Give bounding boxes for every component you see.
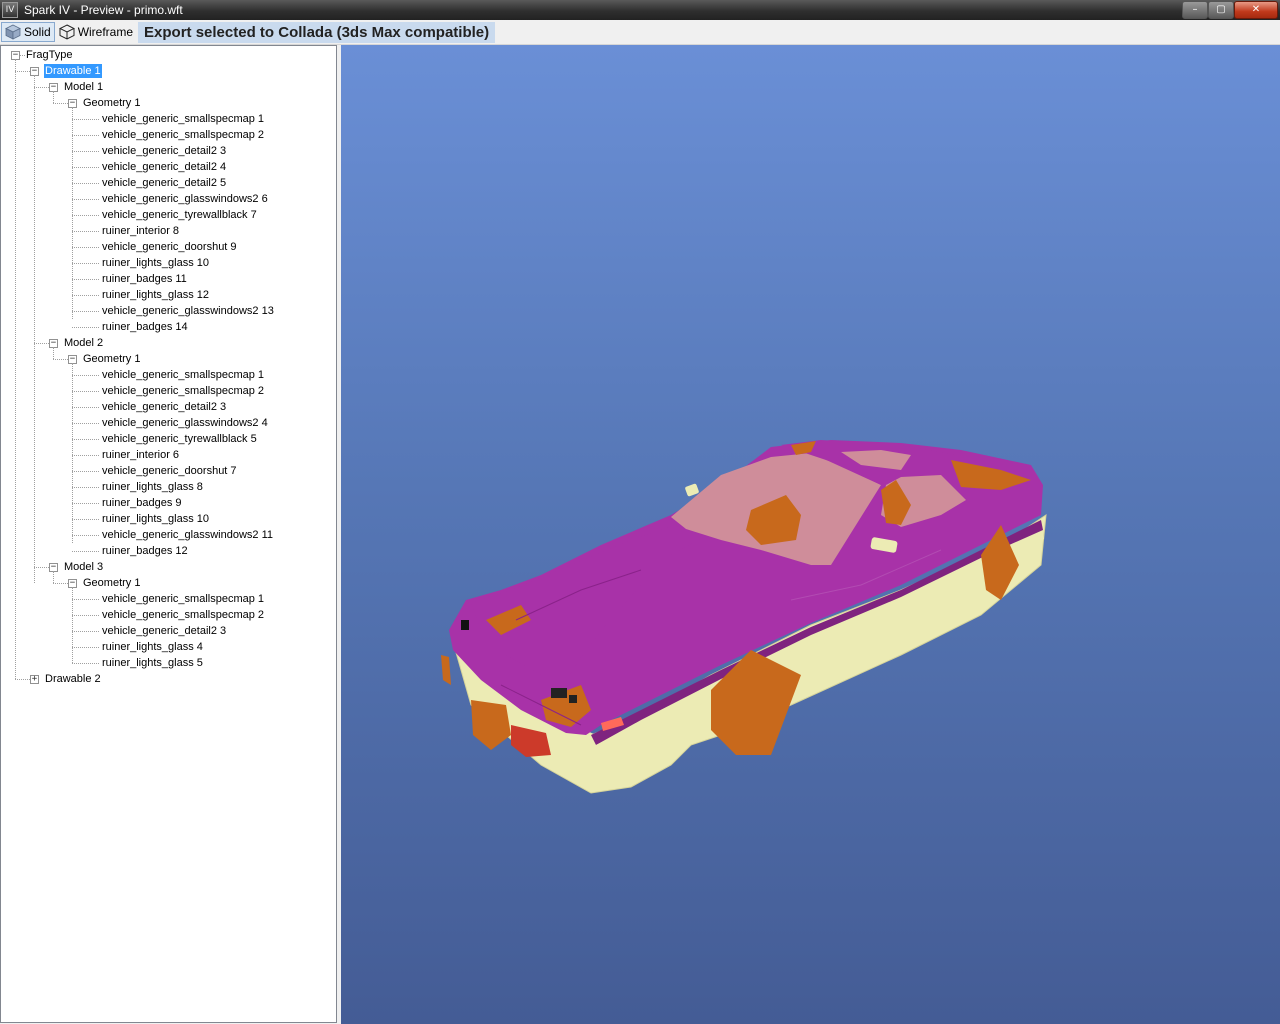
export-collada-button[interactable]: Export selected to Collada (3ds Max comp… [138, 21, 496, 43]
tree-leaf[interactable]: ruiner_interior 8 [101, 224, 180, 238]
expand-icon[interactable]: + [30, 675, 39, 684]
minimize-button[interactable]: – [1182, 1, 1208, 19]
tree-leaf[interactable]: ruiner_badges 9 [101, 496, 183, 510]
tree-leaf[interactable]: vehicle_generic_smallspecmap 1 [101, 368, 265, 382]
front-marker [441, 655, 451, 685]
tree-leaf[interactable]: vehicle_generic_glasswindows2 11 [101, 528, 274, 542]
tree-leaf[interactable]: vehicle_generic_glasswindows2 13 [101, 304, 275, 318]
tree-node-drawable-2[interactable]: Drawable 2 [44, 672, 102, 686]
tree-leaf[interactable]: ruiner_lights_glass 8 [101, 480, 204, 494]
front-plate-left [471, 700, 511, 750]
headlight-black-2 [551, 688, 567, 698]
solid-cube-icon [5, 24, 21, 40]
toolbar: Solid Wireframe Export selected to Colla… [0, 20, 1280, 45]
tree-leaf[interactable]: vehicle_generic_glasswindows2 6 [101, 192, 269, 206]
export-label: Export selected to Collada (3ds Max comp… [144, 23, 490, 41]
headlight-black-1 [461, 620, 469, 630]
car-model-render [441, 440, 1047, 794]
tree-leaf[interactable]: vehicle_generic_glasswindows2 4 [101, 416, 269, 430]
solid-label: Solid [24, 25, 51, 39]
tree-leaf[interactable]: ruiner_lights_glass 5 [101, 656, 204, 670]
tree-node-model[interactable]: Model 3 [63, 560, 104, 574]
tree-leaf[interactable]: ruiner_interior 6 [101, 448, 180, 462]
tree-leaf[interactable]: vehicle_generic_doorshut 7 [101, 464, 238, 478]
window-controls: – ▢ ✕ [1182, 1, 1278, 19]
antenna-part [685, 483, 699, 497]
tree-leaf[interactable]: vehicle_generic_smallspecmap 2 [101, 384, 265, 398]
tree-leaf[interactable]: vehicle_generic_smallspecmap 1 [101, 592, 265, 606]
model-tree[interactable]: − FragType − Drawable 1 − Model 1 − Geom… [0, 45, 337, 1023]
app-icon: IV [2, 2, 18, 18]
tree-node-drawable-1[interactable]: Drawable 1 [43, 63, 103, 79]
tree-leaf[interactable]: ruiner_badges 14 [101, 320, 189, 334]
tree-node-geometry[interactable]: Geometry 1 [82, 576, 141, 590]
headlight-black-3 [569, 695, 577, 703]
tree-leaf[interactable]: vehicle_generic_detail2 3 [101, 144, 227, 158]
tree-node-fragtype[interactable]: FragType [25, 48, 73, 62]
tree-leaf[interactable]: vehicle_generic_detail2 3 [101, 624, 227, 638]
tree-node-geometry[interactable]: Geometry 1 [82, 352, 141, 366]
tree-leaf[interactable]: ruiner_lights_glass 12 [101, 288, 210, 302]
tree-leaf[interactable]: ruiner_badges 12 [101, 544, 189, 558]
tree-leaf[interactable]: vehicle_generic_doorshut 9 [101, 240, 238, 254]
tree-leaf[interactable]: vehicle_generic_detail2 4 [101, 160, 227, 174]
wireframe-label: Wireframe [77, 25, 134, 39]
tree-leaf[interactable]: vehicle_generic_smallspecmap 2 [101, 128, 265, 142]
tree-leaf[interactable]: ruiner_lights_glass 10 [101, 512, 210, 526]
tree-leaf[interactable]: ruiner_badges 11 [101, 272, 188, 286]
tree-leaf[interactable]: vehicle_generic_smallspecmap 2 [101, 608, 265, 622]
tree-leaf[interactable]: vehicle_generic_tyrewallblack 5 [101, 432, 258, 446]
tree-node-model[interactable]: Model 2 [63, 336, 104, 350]
tree-node-geometry[interactable]: Geometry 1 [82, 96, 141, 110]
tree-leaf[interactable]: vehicle_generic_detail2 5 [101, 176, 227, 190]
tree-leaf[interactable]: vehicle_generic_smallspecmap 1 [101, 112, 265, 126]
wireframe-button[interactable]: Wireframe [56, 22, 136, 42]
title-bar: IV Spark IV - Preview - primo.wft – ▢ ✕ [0, 0, 1280, 20]
tree-leaf[interactable]: ruiner_lights_glass 4 [101, 640, 204, 654]
solid-button[interactable]: Solid [1, 22, 55, 42]
tree-leaf[interactable]: ruiner_lights_glass 10 [101, 256, 210, 270]
window-title: Spark IV - Preview - primo.wft [24, 3, 183, 17]
wireframe-cube-icon [58, 24, 75, 40]
3d-viewport[interactable] [341, 45, 1280, 1024]
tree-node-model[interactable]: Model 1 [63, 80, 104, 94]
tree-leaf[interactable]: vehicle_generic_tyrewallblack 7 [101, 208, 258, 222]
close-button[interactable]: ✕ [1234, 1, 1278, 19]
maximize-button[interactable]: ▢ [1208, 1, 1234, 19]
tree-leaf[interactable]: vehicle_generic_detail2 3 [101, 400, 227, 414]
